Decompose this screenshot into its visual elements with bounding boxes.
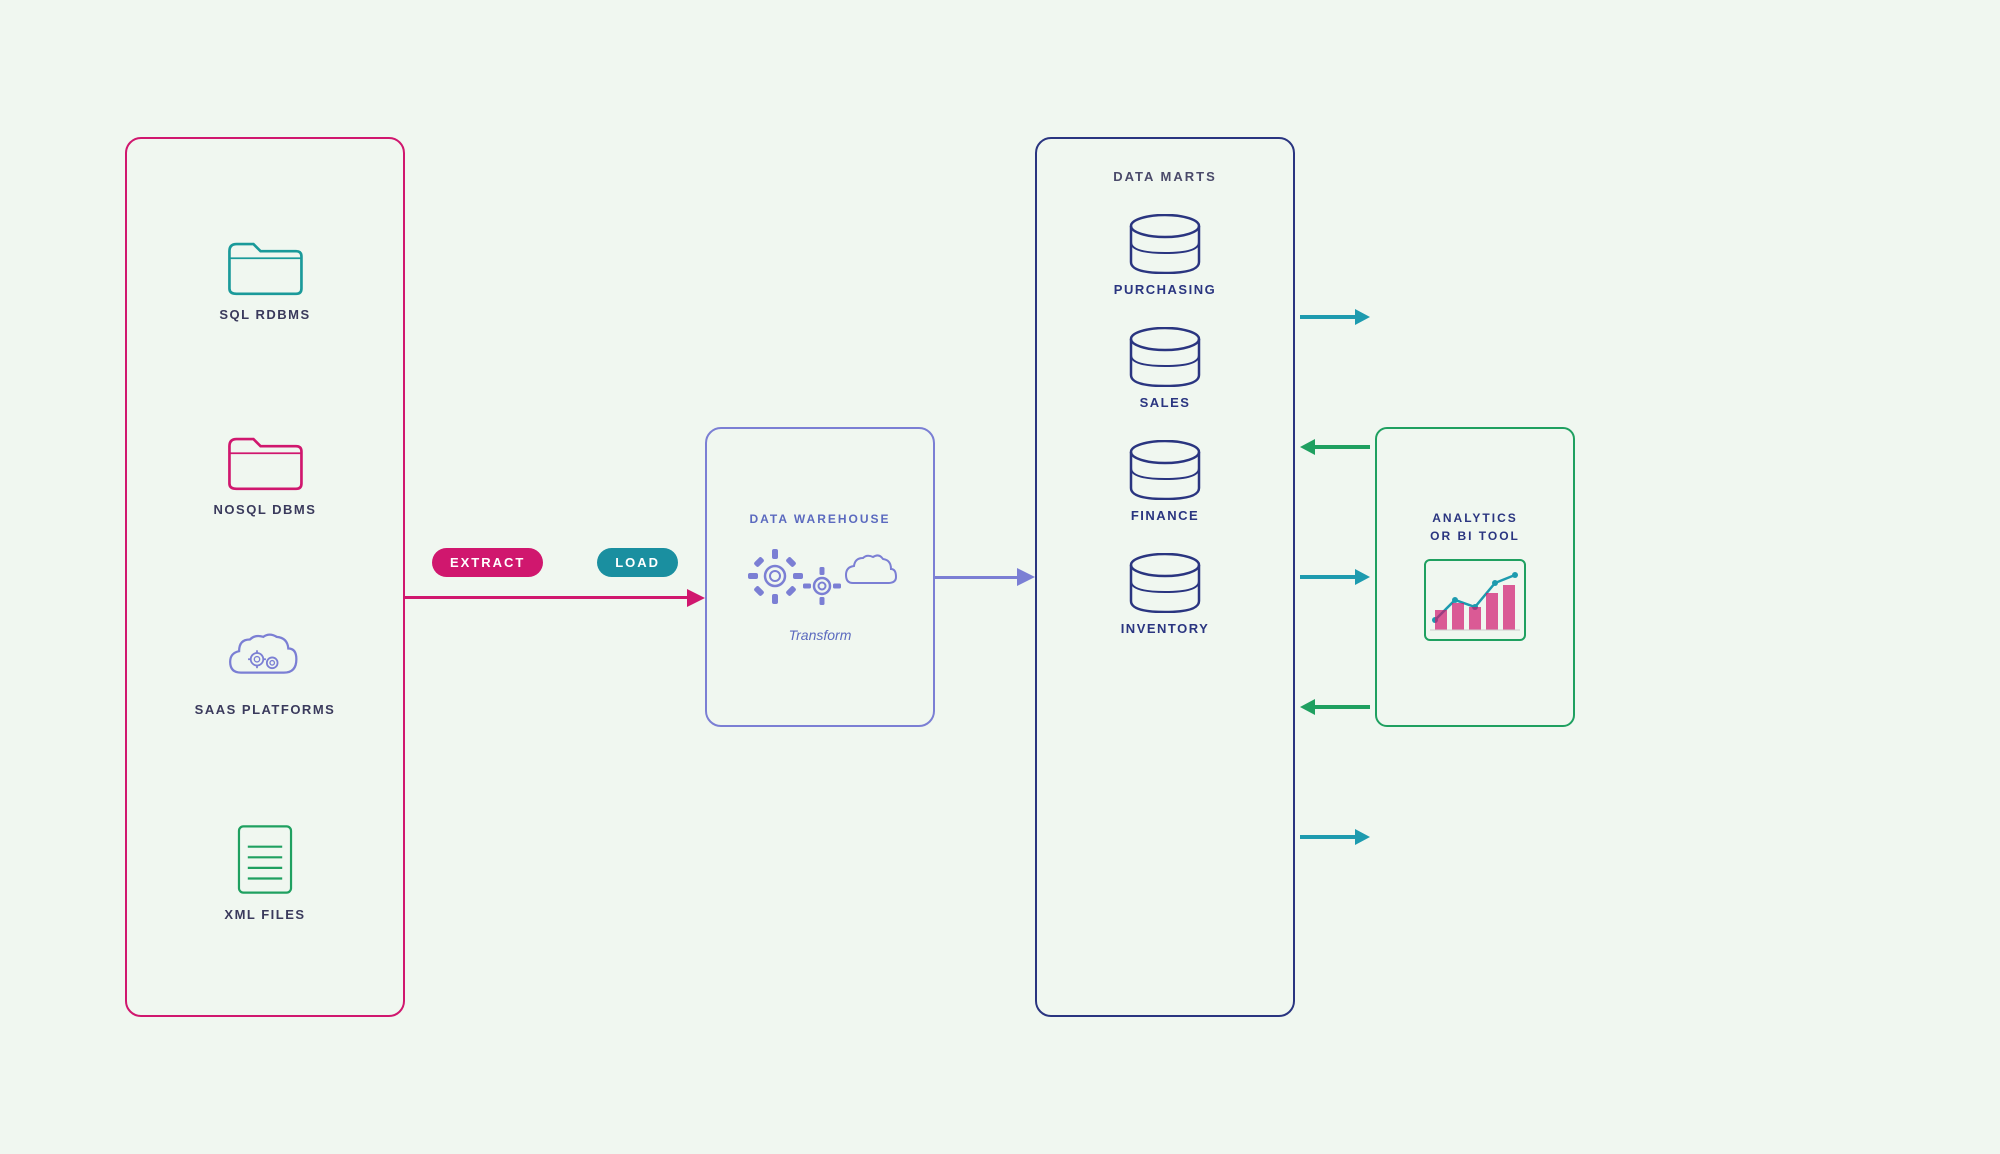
- load-badge: LOAD: [597, 548, 678, 577]
- extract-arrow: [405, 589, 705, 607]
- source-item-nosql: NOSQL DBMS: [214, 427, 317, 517]
- mart-item-sales: SALES: [1125, 327, 1205, 410]
- mart-analytics-arrows: [1295, 252, 1375, 902]
- data-marts-box: DATA MARTS PURCHASING SALES: [1035, 137, 1295, 1017]
- purchasing-label: PURCHASING: [1114, 282, 1216, 297]
- source-item-saas: SAAS PLATFORMS: [195, 622, 336, 717]
- finance-label: FINANCE: [1131, 508, 1199, 523]
- sql-rdbms-label: SQL RDBMS: [219, 307, 310, 322]
- arrow-to-finance: [1300, 829, 1370, 845]
- analytics-box: ANALYTICS OR BI TOOL: [1375, 427, 1575, 727]
- mart-item-inventory: INVENTORY: [1121, 553, 1210, 636]
- arrow-to-sales: [1300, 569, 1370, 585]
- dw-transform-label: Transform: [789, 627, 852, 643]
- dw-icons: [743, 544, 898, 609]
- mart-item-purchasing: PURCHASING: [1114, 214, 1216, 297]
- data-marts-title: DATA MARTS: [1113, 169, 1217, 184]
- folder-teal-icon: [225, 232, 305, 297]
- db-finance-icon: [1125, 440, 1205, 500]
- folder-pink-icon: [225, 427, 305, 492]
- inventory-label: INVENTORY: [1121, 621, 1210, 636]
- document-green-icon: [230, 822, 300, 897]
- data-warehouse-box: DATA WAREHOUSE: [705, 427, 935, 727]
- analytics-chart-icon: [1420, 555, 1530, 645]
- source-item-sql: SQL RDBMS: [219, 232, 310, 322]
- saas-platforms-label: SAAS PLATFORMS: [195, 702, 336, 717]
- db-inventory-icon: [1125, 553, 1205, 613]
- source-box: SQL RDBMS NOSQL DBMS: [125, 137, 405, 1017]
- extract-load-section: EXTRACT LOAD: [405, 548, 705, 607]
- mart-item-finance: FINANCE: [1125, 440, 1205, 523]
- big-gear-icon: [743, 544, 808, 609]
- nosql-dbms-label: NOSQL DBMS: [214, 502, 317, 517]
- diagram: SQL RDBMS NOSQL DBMS: [125, 77, 1875, 1077]
- arrow-from-analytics-2: [1300, 699, 1370, 715]
- db-purchasing-icon: [1125, 214, 1205, 274]
- dw-cloud-icon: [843, 551, 898, 596]
- source-item-xml: XML FILES: [224, 822, 305, 922]
- dw-to-mart-arrow: [935, 568, 1035, 586]
- xml-files-label: XML FILES: [224, 907, 305, 922]
- db-sales-icon: [1125, 327, 1205, 387]
- sales-label: SALES: [1140, 395, 1191, 410]
- cloud-purple-icon: [223, 622, 308, 692]
- arrow-from-analytics-1: [1300, 439, 1370, 455]
- dw-title: DATA WAREHOUSE: [749, 512, 890, 526]
- small-gear-icon: [801, 565, 843, 607]
- extract-badge: EXTRACT: [432, 548, 543, 577]
- badges-row: EXTRACT LOAD: [405, 548, 705, 577]
- arrow-to-purchasing: [1300, 309, 1370, 325]
- analytics-title: ANALYTICS OR BI TOOL: [1430, 509, 1520, 545]
